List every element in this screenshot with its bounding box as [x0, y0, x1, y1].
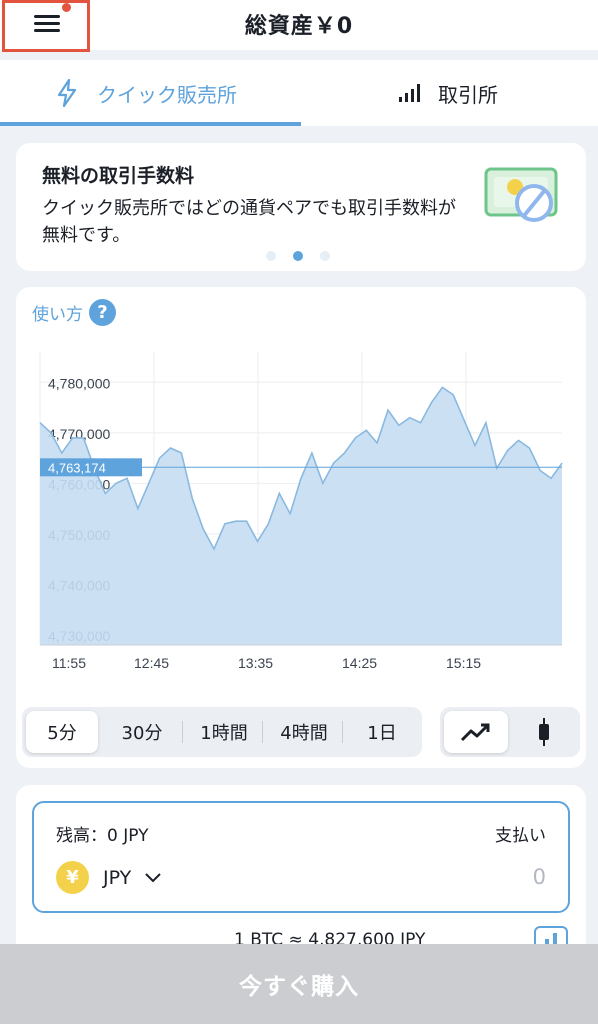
x-tick-label: 14:25: [342, 655, 377, 671]
order-card: 残高：0 JPY 支払い ¥ JPY 0 1 BTC ≈ 4,827,600 J…: [16, 785, 586, 965]
interval-30m-button[interactable]: 30分: [106, 711, 178, 753]
chevron-down-icon: [145, 872, 161, 882]
currency-code: JPY: [103, 866, 132, 889]
buy-now-button[interactable]: 今すぐ購入: [0, 944, 598, 1024]
x-tick-label: 15:15: [446, 655, 481, 671]
price-chart[interactable]: 4,780,0004,770,0004,760,0004,750,0004,74…: [16, 287, 586, 687]
candlestick-button[interactable]: [512, 711, 576, 753]
balance-label: 残高：0 JPY: [56, 826, 149, 846]
x-tick-label: 11:55: [52, 655, 86, 671]
signal-bars-icon: [399, 84, 420, 102]
y-tick-label: 4,780,000: [48, 375, 110, 391]
divider: [182, 721, 183, 743]
chart-type-selector: [440, 707, 580, 757]
page-title: 総資産￥0: [244, 14, 354, 39]
interval-4h-button[interactable]: 4時間: [266, 711, 342, 753]
price-chart-card: 使い方 ? 4,780,0004,770,0004,760,0004,750,0…: [16, 287, 586, 768]
buy-now-label: 今すぐ購入: [239, 974, 359, 1000]
current-price-label: 4,763,174: [48, 460, 106, 475]
tab-active-indicator: [0, 122, 301, 126]
tab-quick-sale-label: クイック販売所: [97, 82, 237, 107]
amount-input[interactable]: 0: [533, 865, 546, 889]
app-header: 総資産￥0: [0, 0, 598, 52]
interval-selector: 5分 30分 1時間 4時間 1日: [22, 707, 422, 757]
x-tick-label: 13:35: [238, 655, 273, 671]
currency-selector[interactable]: ¥ JPY: [56, 861, 161, 894]
tab-quick-sale[interactable]: クイック販売所: [55, 60, 237, 126]
line-chart-icon: [460, 723, 490, 742]
divider: [262, 721, 263, 743]
x-tick-label: 12:45: [134, 655, 169, 671]
interval-5m-button[interactable]: 5分: [26, 711, 98, 753]
carousel-dots[interactable]: [266, 251, 330, 261]
promo-title: 無料の取引手数料: [42, 165, 195, 187]
interval-1d-button[interactable]: 1日: [346, 711, 418, 753]
free-fee-illustration-icon: [484, 167, 558, 222]
candlestick-icon: [539, 718, 549, 746]
carousel-dot[interactable]: [266, 251, 276, 261]
tab-exchange[interactable]: 取引所: [398, 60, 498, 126]
payment-input-box[interactable]: 残高：0 JPY 支払い ¥ JPY 0: [32, 801, 570, 913]
interval-1h-button[interactable]: 1時間: [186, 711, 262, 753]
carousel-dot-active[interactable]: [293, 251, 303, 261]
divider: [342, 721, 343, 743]
line-chart-button[interactable]: [444, 711, 508, 753]
promo-banner[interactable]: 無料の取引手数料 クイック販売所ではどの通貨ペアでも取引手数料が無料です。: [16, 143, 586, 271]
tab-bar: クイック販売所 取引所: [0, 60, 598, 126]
tab-exchange-label: 取引所: [438, 82, 498, 107]
lightning-icon: [57, 78, 77, 108]
yen-coin-icon: ¥: [56, 861, 89, 894]
carousel-dot[interactable]: [320, 251, 330, 261]
promo-description: クイック販売所ではどの通貨ペアでも取引手数料が無料です。: [42, 198, 456, 246]
payment-label: 支払い: [495, 826, 546, 846]
